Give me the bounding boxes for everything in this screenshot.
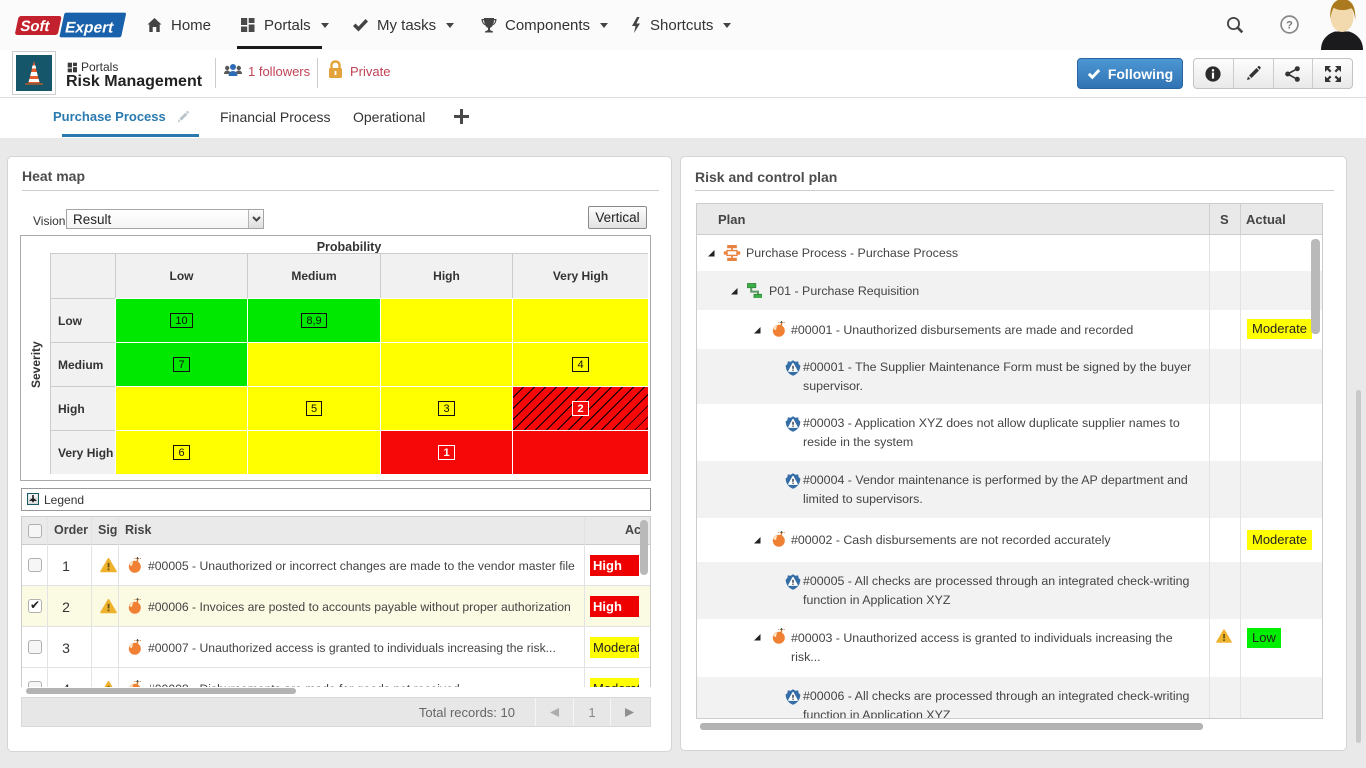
svg-text:Soft: Soft	[19, 18, 52, 35]
svg-text:Expert: Expert	[63, 20, 116, 37]
svg-text:?: ?	[1286, 20, 1293, 32]
